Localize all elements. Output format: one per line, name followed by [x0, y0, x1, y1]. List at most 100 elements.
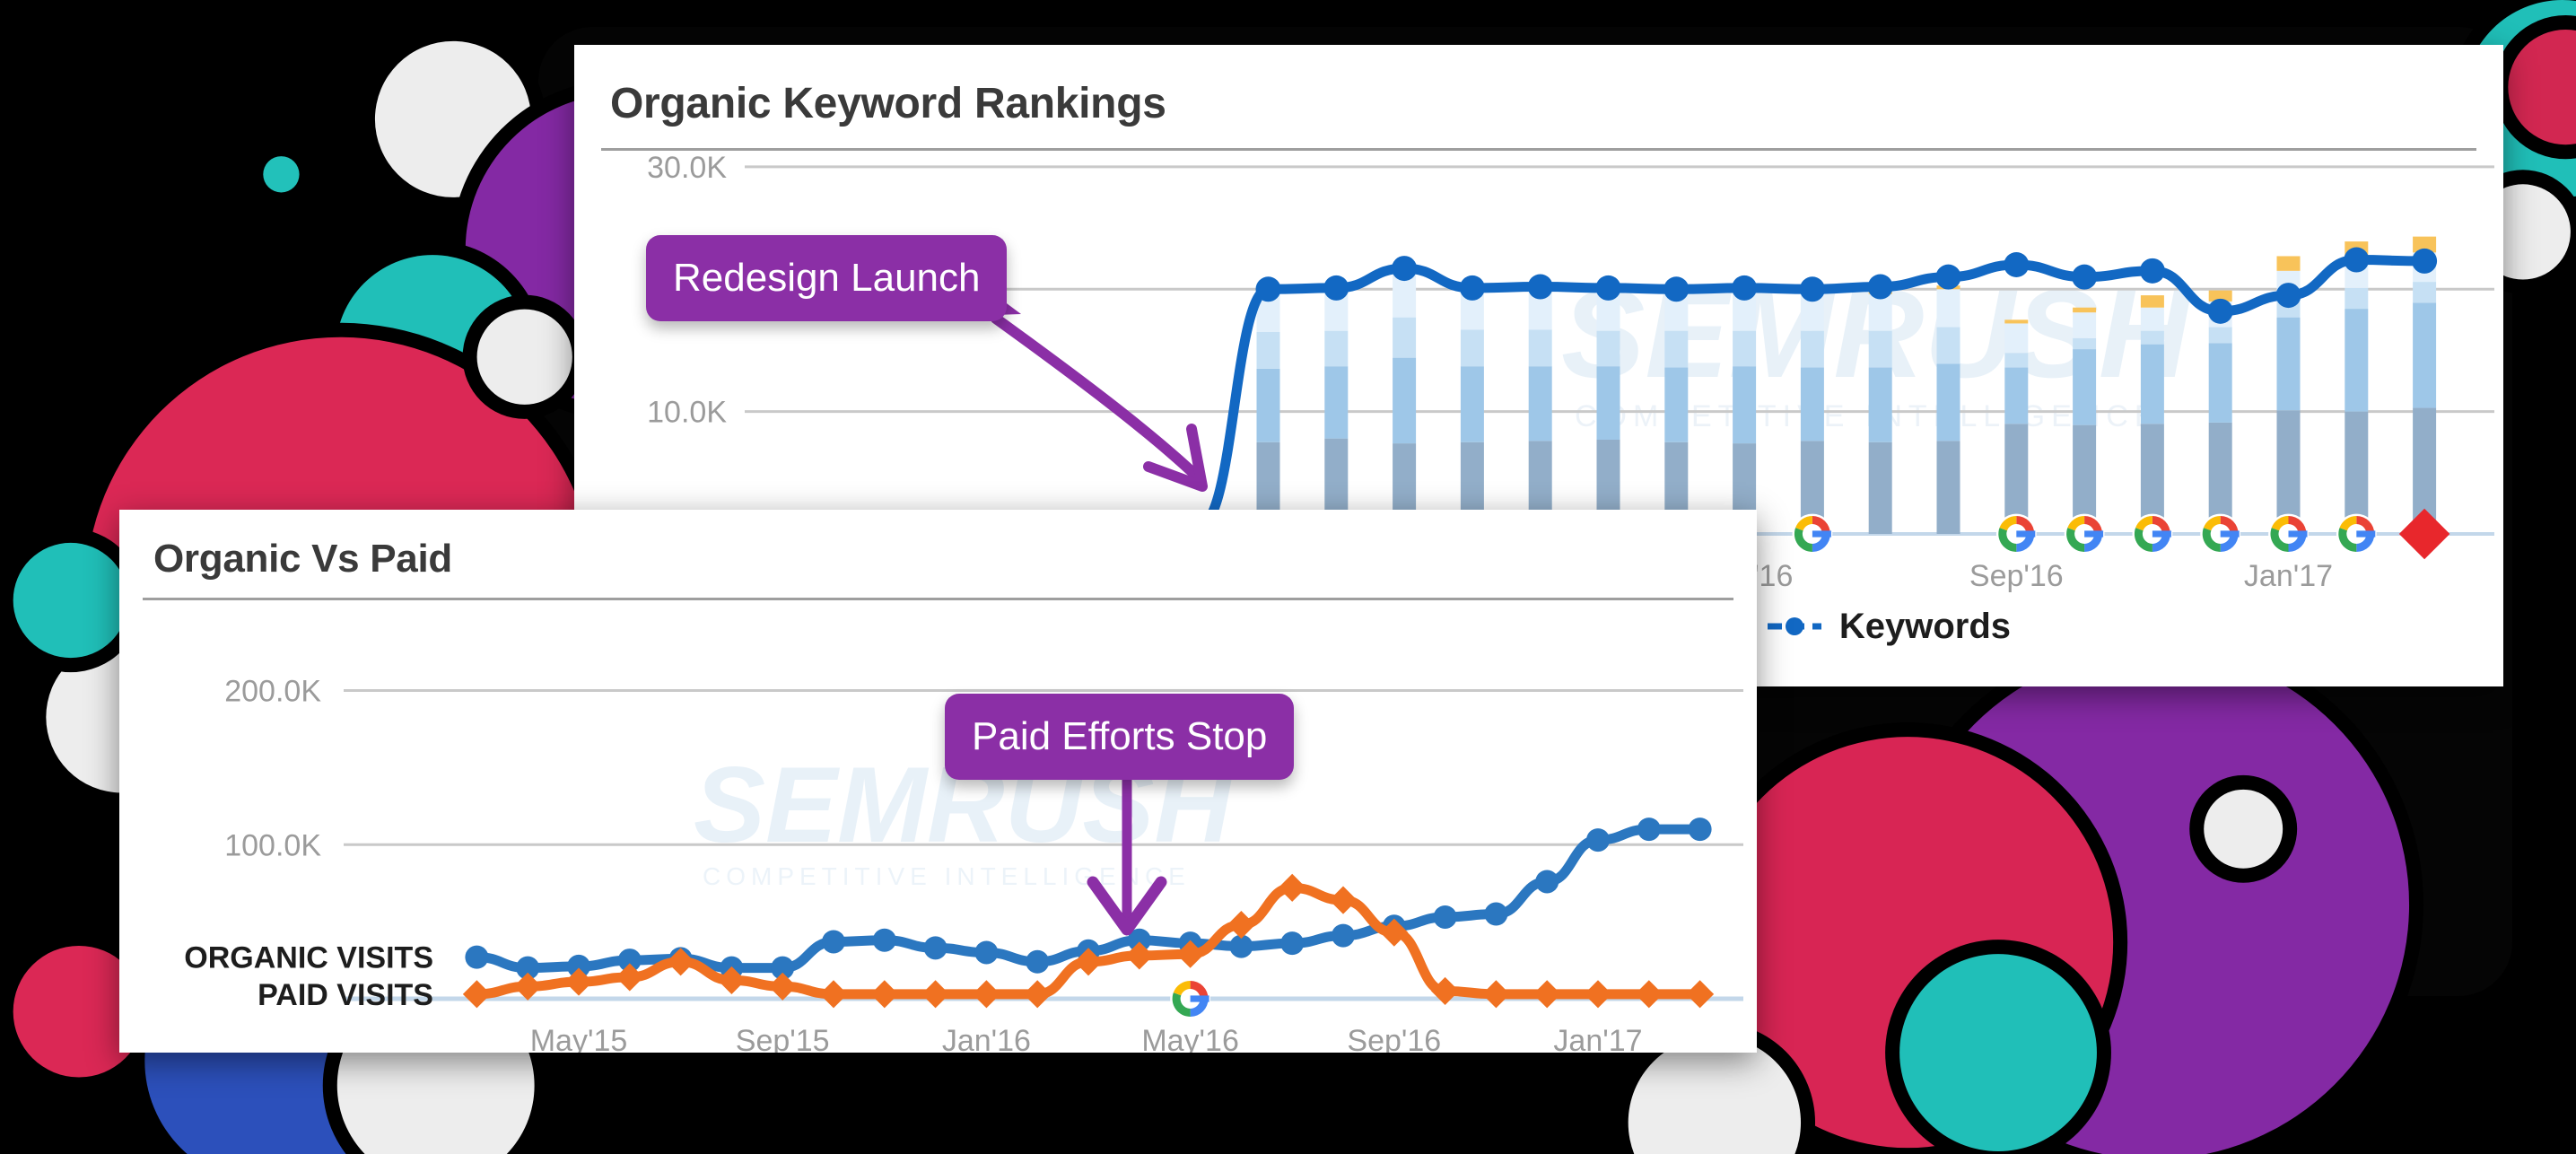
x-axis-tick-label: Sep'15: [736, 1024, 830, 1053]
organic-vs-paid-card: Organic Vs Paid SEMRUSH COMPETITIVE INTEL…: [119, 510, 1757, 1053]
line-point: [822, 930, 845, 954]
bar-segment: [2276, 317, 2301, 411]
bar-segment: [2140, 307, 2164, 331]
bar-segment: [1868, 330, 1892, 368]
line-point: [974, 940, 999, 965]
line-point: [2207, 298, 2233, 324]
line-point: [1026, 949, 1050, 974]
bar-segment: [1936, 327, 1960, 364]
legend-item-keywords[interactable]: Keywords: [1764, 607, 2011, 647]
x-axis-tick-label: Jan'17: [1553, 1024, 1642, 1053]
line-point: [1584, 980, 1612, 1009]
line-point: [1332, 923, 1355, 948]
bar-segment: [1800, 367, 1824, 441]
bar-segment: [1868, 367, 1892, 442]
line-point: [2344, 247, 2370, 273]
line-point: [1637, 817, 1661, 842]
bar-segment: [1733, 366, 1757, 444]
bar-segment: [2004, 367, 2029, 424]
google-icon: [2268, 513, 2309, 555]
line-point: [616, 963, 644, 992]
bar-segment: [1868, 441, 1892, 534]
line-point: [1459, 275, 1485, 301]
line-point: [1227, 911, 1255, 940]
line-point: [1329, 886, 1358, 914]
line-point: [870, 980, 899, 1009]
bar-segment: [2073, 349, 2097, 425]
bar-segment: [2073, 312, 2097, 338]
line-marker-icon: [1767, 617, 1821, 635]
google-icon: [2132, 513, 2173, 555]
bg-circle: [462, 294, 587, 419]
line-point: [768, 972, 797, 1001]
line-point: [1278, 873, 1306, 902]
bar-segment: [2276, 256, 2301, 271]
line-point: [1595, 275, 1621, 301]
line-point: [1481, 980, 1510, 1009]
line-point: [1280, 931, 1305, 956]
line-point: [465, 945, 489, 969]
line-point: [2275, 283, 2301, 309]
line-point: [1392, 256, 1418, 282]
x-axis-tick-label: Sep'16: [1969, 559, 2064, 593]
y-axis-tick-label: 10.0K: [647, 396, 727, 430]
organic-vs-paid-chart: SEMRUSHCOMPETITIVE INTELLIGENCE100.0K200…: [184, 675, 1743, 1053]
redesign-launch-annotation[interactable]: Redesign Launch: [646, 235, 1008, 321]
bar-segment: [1733, 330, 1757, 367]
bar-segment: [2073, 337, 2097, 350]
bar-segment: [2140, 330, 2164, 345]
bar-segment: [2413, 302, 2437, 408]
line-point: [1323, 275, 1349, 301]
google-icon: [2200, 513, 2241, 555]
bar-segment: [1324, 366, 1349, 439]
bar-segment: [1664, 330, 1689, 368]
bar-segment: [2140, 295, 2164, 308]
bar-segment: [1460, 329, 1484, 367]
line-point: [2412, 248, 2438, 274]
google-icon: [1170, 978, 1210, 1019]
bar-segment: [2004, 323, 2029, 354]
bar-segment: [1868, 293, 1892, 331]
bg-circle: [249, 142, 314, 207]
line-point: [2139, 258, 2165, 284]
series-label: PAID VISITS: [258, 978, 433, 1012]
line-point: [1433, 905, 1457, 929]
y-axis-tick-label: 200.0K: [224, 675, 321, 709]
bar-segment: [1596, 366, 1620, 440]
paid-efforts-stop-annotation[interactable]: Paid Efforts Stop: [945, 694, 1295, 780]
x-axis-tick-label: Jan'16: [942, 1024, 1031, 1053]
x-axis-tick-label: Jan'17: [2244, 559, 2333, 593]
bar-segment: [2208, 327, 2232, 344]
line-point: [923, 936, 947, 960]
line-point: [1484, 902, 1508, 926]
line-point: [1023, 980, 1052, 1009]
bar-segment: [1528, 366, 1552, 441]
bar-segment: [2140, 344, 2164, 424]
line-point: [2072, 264, 2098, 290]
bar-segment: [1936, 289, 1960, 328]
line-point: [1635, 980, 1663, 1009]
line-point: [1255, 276, 1281, 302]
red-diamond-marker: [2398, 508, 2450, 560]
bar-segment: [2345, 309, 2369, 412]
bar-segment: [2345, 287, 2369, 310]
bar-segment: [1256, 332, 1280, 369]
series-label: ORGANIC VISITS: [184, 941, 433, 975]
bar-segment: [2004, 319, 2029, 324]
x-axis-tick-label: May'15: [530, 1024, 628, 1053]
line-point: [921, 980, 950, 1009]
bar-segment: [1936, 441, 1960, 534]
bar-segment: [1936, 363, 1960, 441]
bar-segment: [1800, 330, 1824, 368]
bar-segment: [1528, 329, 1552, 367]
bg-circle: [2189, 774, 2298, 883]
line-point: [872, 928, 896, 952]
bar-segment: [2004, 353, 2029, 368]
bar-segment: [1664, 367, 1689, 442]
x-axis-tick-label: May'16: [1141, 1024, 1239, 1053]
line-point: [667, 948, 695, 976]
line-point: [1686, 980, 1715, 1009]
google-icon: [2064, 513, 2105, 555]
line-point: [1663, 276, 1690, 302]
line-point: [1586, 828, 1610, 852]
